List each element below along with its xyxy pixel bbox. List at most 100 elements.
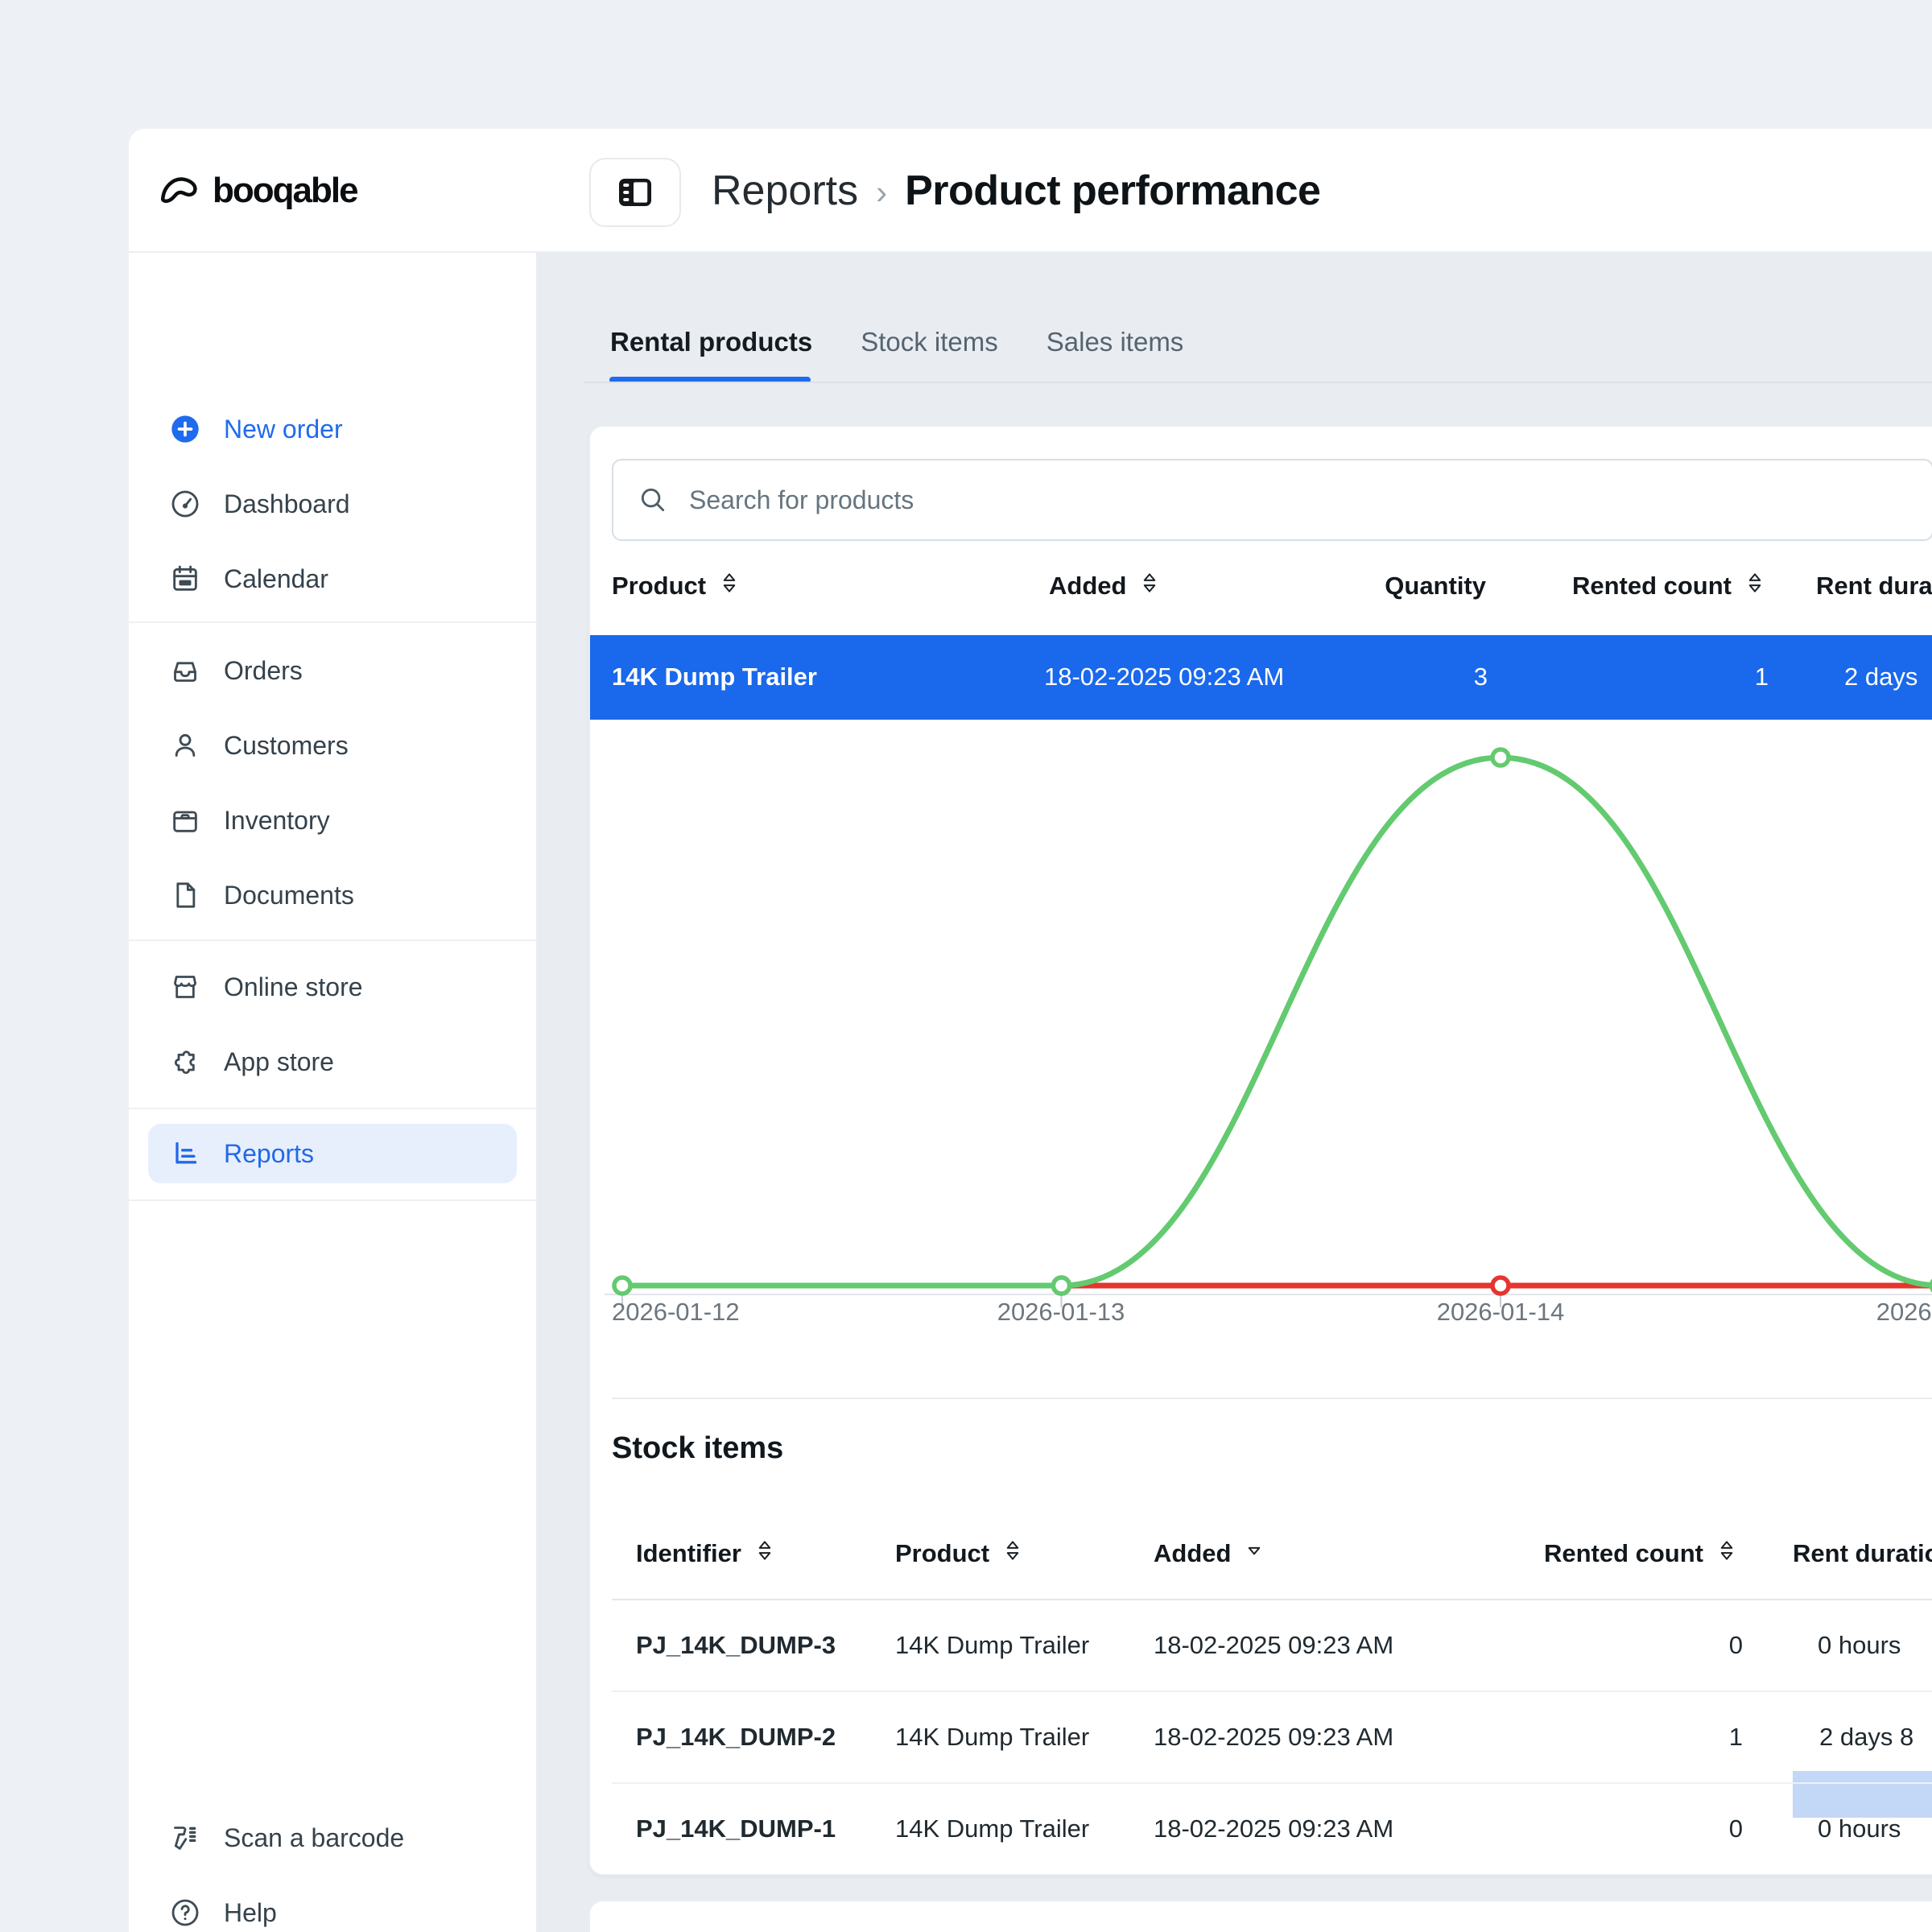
product-search[interactable] (612, 459, 1932, 541)
sidebar-item-label: Inventory (224, 806, 330, 836)
sort-icon (1001, 1538, 1025, 1569)
cell-product: 14K Dump Trailer (895, 1811, 1089, 1847)
column-header-added[interactable]: Added (1049, 565, 1162, 607)
breadcrumb: Reports › Product performance (712, 166, 1320, 216)
column-header-rented-count[interactable]: Rented count (1489, 565, 1767, 607)
cell-identifier: PJ_14K_DUMP-3 (636, 1628, 836, 1663)
sort-icon (1743, 571, 1767, 601)
sidebar-item-help[interactable]: Help (148, 1883, 517, 1932)
sidebar-item-label: Documents (224, 881, 354, 910)
tab-stock-items[interactable]: Stock items (861, 327, 998, 357)
sidebar-toggle-button[interactable] (589, 158, 681, 227)
performance-line-chart (588, 718, 1932, 1322)
puzzle-icon (169, 1046, 201, 1078)
sidebar-item-label: Scan a barcode (224, 1823, 404, 1853)
sidebar-item-online-store[interactable]: Online store (148, 957, 517, 1017)
document-icon (169, 879, 201, 911)
sidebar-item-reports[interactable]: Reports (148, 1124, 517, 1183)
x-axis-label: 2026-01-14 (1340, 1298, 1662, 1327)
search-icon (638, 485, 668, 515)
x-axis-label: 2026-01-13 (900, 1298, 1222, 1327)
help-circle-icon (169, 1897, 201, 1929)
x-axis-label: 2026-01-15 (1779, 1298, 1932, 1327)
sidebar-item-customers[interactable]: Customers (148, 716, 517, 775)
stock-table-row[interactable]: PJ_14K_DUMP-1 14K Dump Trailer 18-02-202… (590, 1784, 1932, 1874)
sidebar: booqable New order Dashboard (129, 129, 538, 1932)
cell-rented-count: 1 (1491, 659, 1769, 695)
panel-left-icon (616, 175, 654, 209)
cell-rent-duration: 0 hours (1818, 1628, 1901, 1663)
cell-added: 18-02-2025 09:23 AM (1154, 1719, 1393, 1755)
sidebar-item-inventory[interactable]: Inventory (148, 791, 517, 850)
sidebar-item-calendar[interactable]: Calendar (148, 549, 517, 609)
sidebar-item-dashboard[interactable]: Dashboard (148, 474, 517, 534)
app-window: booqable New order Dashboard (0, 0, 1932, 1932)
sidebar-item-orders[interactable]: Orders (148, 641, 517, 700)
report-tabs: Rental products Stock items Sales items (610, 327, 1183, 357)
stock-table-row[interactable]: PJ_14K_DUMP-2 14K Dump Trailer 18-02-202… (590, 1692, 1932, 1782)
sidebar-item-label: Customers (224, 731, 349, 761)
tab-rental-products[interactable]: Rental products (610, 327, 812, 357)
cell-product: 14K Dump Trailer (895, 1719, 1089, 1755)
sort-icon (1715, 1538, 1739, 1569)
cell-rented-count: 1 (1530, 1719, 1743, 1755)
breadcrumb-reports-link[interactable]: Reports (712, 167, 858, 215)
person-icon (169, 729, 201, 762)
column-header-rent-duration[interactable]: Rent duration (1816, 565, 1932, 607)
sidebar-item-documents[interactable]: Documents (148, 865, 517, 925)
cell-product: 14K Dump Trailer (612, 659, 817, 695)
sidebar-item-scan-barcode[interactable]: Scan a barcode (148, 1808, 517, 1868)
logo-text: booqable (213, 171, 357, 211)
sidebar-item-app-store[interactable]: App store (148, 1032, 517, 1092)
cell-rented-count: 0 (1530, 1811, 1743, 1847)
bar-chart-icon (169, 1137, 201, 1170)
tab-sales-items[interactable]: Sales items (1046, 327, 1184, 357)
stock-items-heading: Stock items (612, 1431, 783, 1466)
stock-column-product[interactable]: Product (895, 1533, 1025, 1575)
stock-column-rent-duration[interactable]: Rent duration (1793, 1533, 1932, 1575)
cell-quantity: 3 (1290, 659, 1488, 695)
tabs-divider (584, 382, 1932, 383)
sidebar-divider (129, 1108, 536, 1109)
sort-icon (717, 571, 741, 601)
cell-added: 18-02-2025 09:23 AM (1154, 1811, 1393, 1847)
cell-added: 18-02-2025 09:23 AM (1044, 659, 1284, 695)
stock-table-row[interactable]: PJ_14K_DUMP-3 14K Dump Trailer 18-02-202… (590, 1600, 1932, 1690)
cell-identifier: PJ_14K_DUMP-2 (636, 1719, 836, 1755)
booqable-logo-icon (156, 167, 203, 213)
section-divider (612, 1397, 1932, 1399)
sidebar-item-label: Help (224, 1898, 277, 1928)
stock-column-added[interactable]: Added (1154, 1533, 1266, 1575)
sidebar-divider (129, 1199, 536, 1201)
inbox-icon (169, 654, 201, 687)
sidebar-item-label: Online store (224, 972, 363, 1002)
sidebar-header: booqable (129, 129, 536, 253)
plus-circle-icon (169, 413, 201, 445)
calendar-icon (169, 563, 201, 595)
cell-added: 18-02-2025 09:23 AM (1154, 1628, 1393, 1663)
table-row-selected[interactable]: 14K Dump Trailer 18-02-2025 09:23 AM 3 1… (590, 635, 1932, 720)
stock-column-rented-count[interactable]: Rented count (1449, 1533, 1739, 1575)
sidebar-item-label: Orders (224, 656, 303, 686)
sort-icon (1137, 571, 1162, 601)
logo: booqable (156, 167, 357, 213)
gauge-icon (169, 488, 201, 520)
cell-identifier: PJ_14K_DUMP-1 (636, 1811, 836, 1847)
column-header-quantity[interactable]: Quantity (1288, 565, 1486, 607)
cell-rent-duration: 0 hours (1818, 1811, 1901, 1847)
breadcrumb-separator: › (876, 170, 887, 212)
sidebar-divider (129, 621, 536, 623)
sort-icon (753, 1538, 777, 1569)
cell-rent-duration: 2 days 8 (1819, 1719, 1913, 1755)
box-icon (169, 804, 201, 836)
sidebar-item-new-order[interactable]: New order (148, 399, 517, 459)
sidebar-item-label: Calendar (224, 564, 328, 594)
column-header-product[interactable]: Product (612, 565, 741, 607)
sidebar-divider (129, 939, 536, 941)
x-axis-label: 2026-01-12 (612, 1298, 934, 1327)
sidebar-item-label: Reports (224, 1139, 314, 1169)
cell-rented-count: 0 (1530, 1628, 1743, 1663)
search-input[interactable] (687, 485, 1908, 516)
sidebar-item-label: App store (224, 1047, 334, 1077)
stock-column-identifier[interactable]: Identifier (636, 1533, 777, 1575)
